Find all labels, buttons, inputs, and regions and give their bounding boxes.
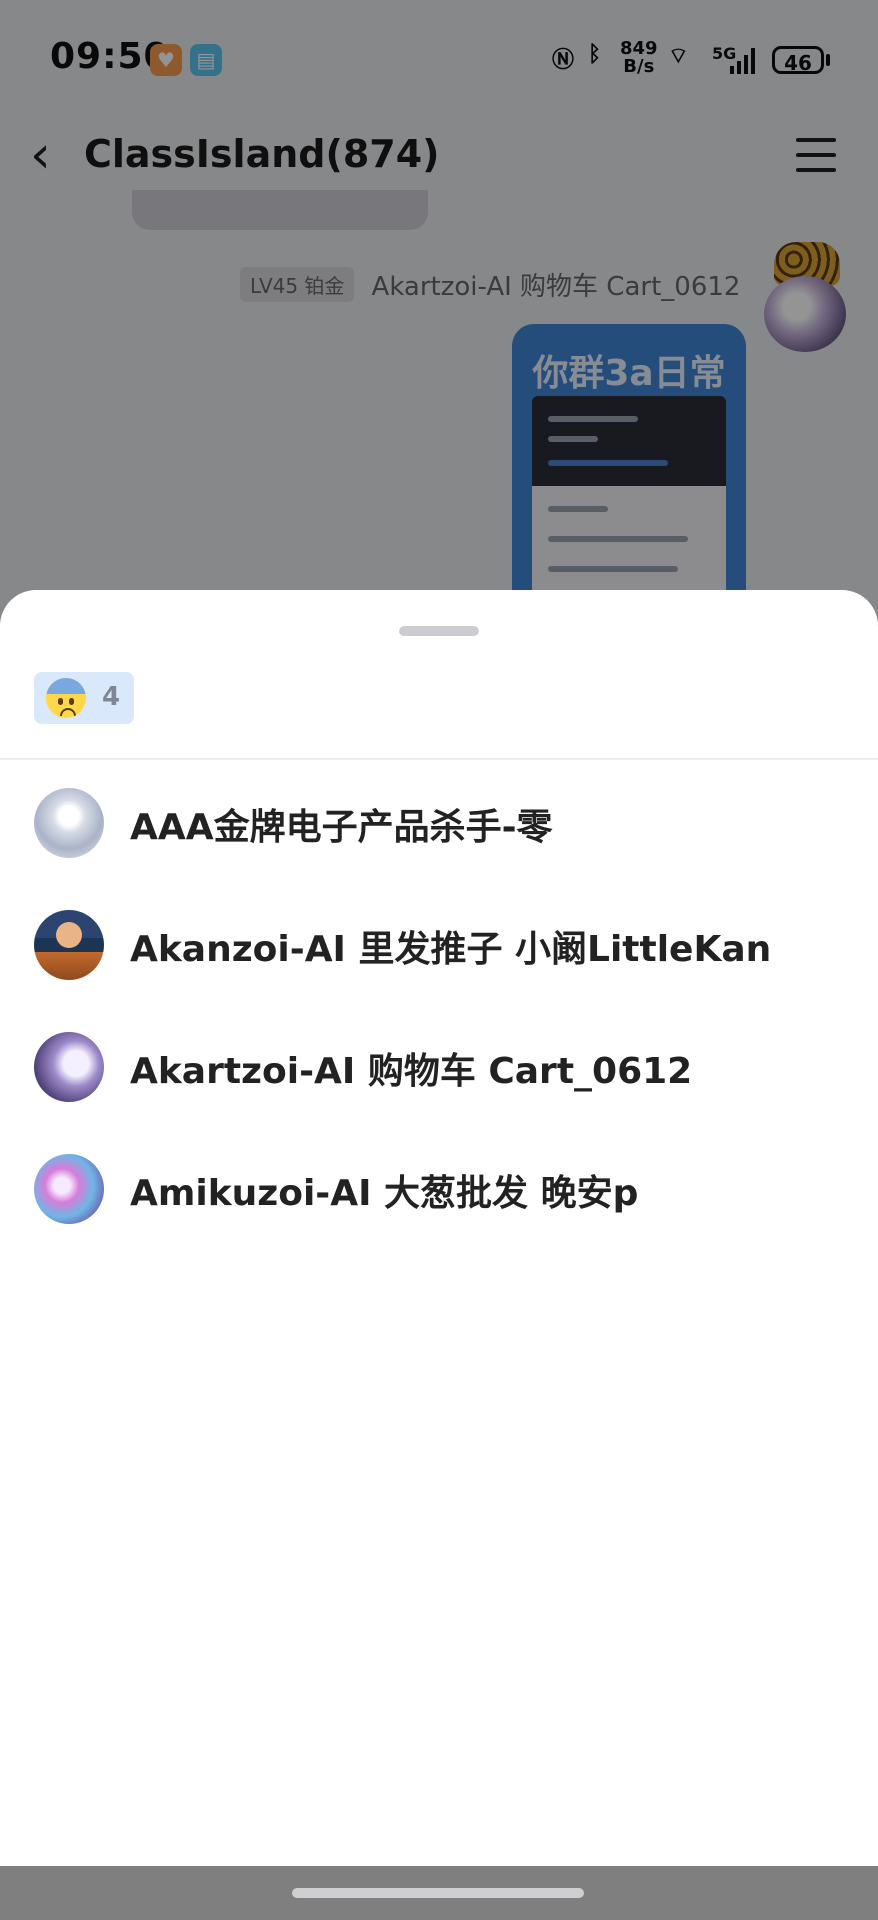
home-gesture-bar[interactable] (292, 1888, 584, 1898)
user-name: Akanzoi-AI 里发推子 小阚LittleKan (130, 929, 772, 970)
list-item[interactable]: Amikuzoi-AI 大葱批发 晚安p (0, 1126, 878, 1248)
avatar[interactable] (34, 910, 104, 980)
reactor-list: AAA金牌电子产品杀手-零 Akanzoi-AI 里发推子 小阚LittleKa… (0, 760, 878, 1248)
user-name: Akartzoi-AI 购物车 Cart_0612 (130, 1051, 693, 1092)
avatar[interactable] (34, 788, 104, 858)
reaction-count: 4 (102, 682, 121, 712)
reaction-sheet: 4 AAA金牌电子产品杀手-零 Akanzoi-AI 里发推子 小阚Little… (0, 590, 878, 1866)
list-item[interactable]: AAA金牌电子产品杀手-零 (0, 760, 878, 882)
list-item[interactable]: Akanzoi-AI 里发推子 小阚LittleKan (0, 882, 878, 1004)
avatar[interactable] (34, 1032, 104, 1102)
modal-overlay[interactable] (0, 0, 878, 640)
list-item[interactable]: Akartzoi-AI 购物车 Cart_0612 (0, 1004, 878, 1126)
navigation-bar (0, 1866, 878, 1920)
avatar[interactable] (34, 1154, 104, 1224)
reaction-tab[interactable]: 4 (34, 672, 134, 724)
drag-handle[interactable] (399, 626, 479, 636)
user-name: AAA金牌电子产品杀手-零 (130, 807, 553, 848)
anxious-face-emoji-icon (46, 678, 86, 718)
user-name: Amikuzoi-AI 大葱批发 晚安p (130, 1173, 639, 1214)
